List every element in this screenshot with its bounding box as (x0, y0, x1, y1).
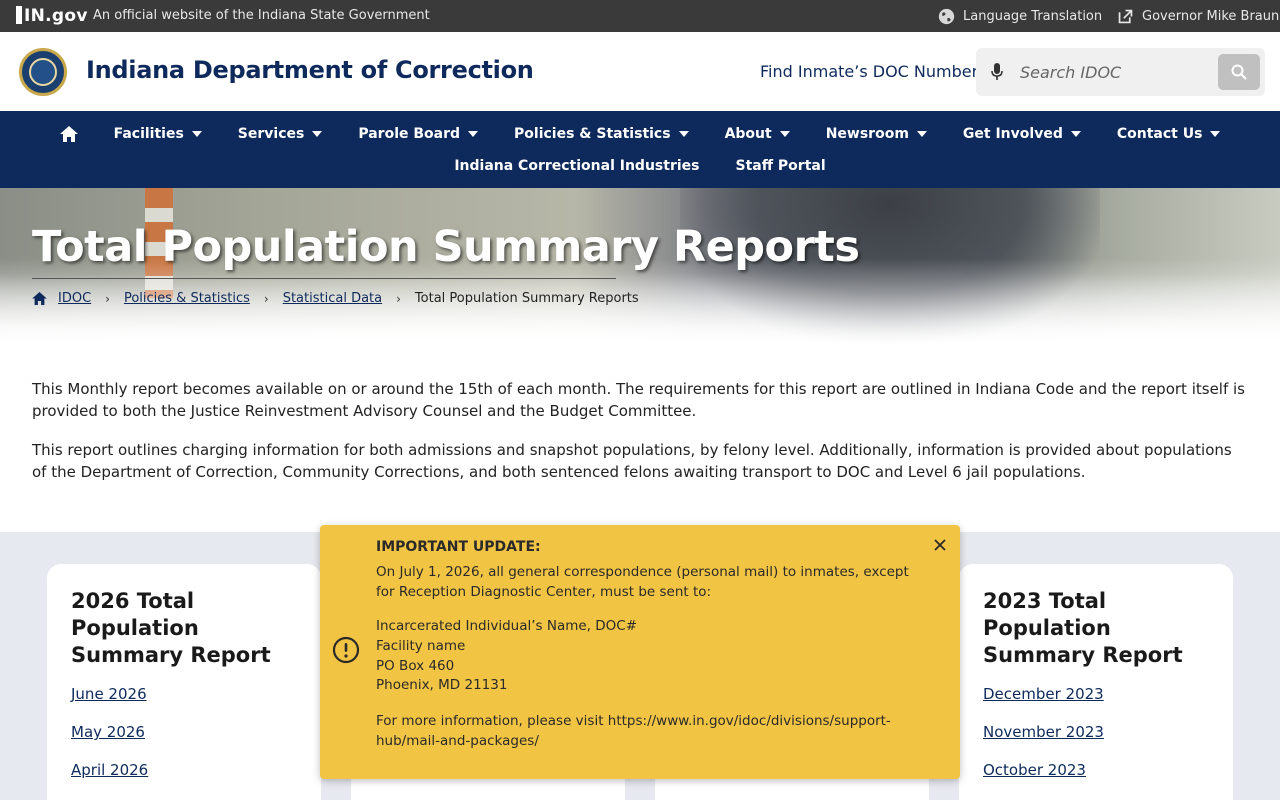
nav-label: Newsroom (825, 126, 909, 142)
home-icon[interactable] (32, 292, 47, 305)
report-link-june-2026[interactable]: June 2026 (71, 685, 147, 703)
intro-text: This Monthly report becomes available on… (32, 378, 1248, 500)
nav-row-secondary: Indiana Correctional Industries Staff Po… (0, 155, 1280, 177)
alert-more-info: For more information, please visit https… (376, 713, 891, 749)
report-link-december-2023[interactable]: December 2023 (983, 685, 1104, 703)
search-box (976, 48, 1265, 96)
nav-newsroom[interactable]: Newsroom (808, 123, 945, 145)
intro-paragraph-1: This Monthly report becomes available on… (32, 380, 1245, 420)
report-link-november-2023[interactable]: November 2023 (983, 723, 1104, 741)
report-link-october-2023[interactable]: October 2023 (983, 761, 1086, 779)
title-divider (32, 278, 616, 279)
chevron-right-icon: › (263, 291, 269, 306)
report-link-april-2026[interactable]: April 2026 (71, 761, 148, 779)
exclamation-circle-icon (332, 636, 360, 664)
nav-label: Contact Us (1116, 126, 1203, 142)
caret-down-icon (468, 131, 479, 137)
alert-body: On July 1, 2026, all general corresponde… (376, 564, 909, 600)
ingov-mark-icon (16, 6, 22, 24)
globe-icon (938, 8, 955, 25)
state-seal-logo[interactable] (19, 48, 67, 96)
governor-label: Governor Mike Braun (1142, 9, 1280, 24)
seal-inner (29, 58, 57, 86)
nav-label: Facilities (113, 126, 184, 142)
nav-home[interactable] (42, 123, 96, 145)
important-update-alert: IMPORTANT UPDATE: On July 1, 2026, all g… (320, 525, 960, 779)
nav-label: About (724, 126, 772, 142)
chevron-right-icon: › (105, 291, 110, 306)
alert-address: Incarcerated Individual’s Name, DOC# Fac… (376, 617, 637, 696)
breadcrumb-current: Total Population Summary Reports (414, 291, 639, 306)
nav-label: Parole Board (358, 126, 461, 142)
caret-down-icon (312, 131, 323, 137)
breadcrumb-statistical-data[interactable]: Statistical Data (283, 291, 382, 306)
nav-policies-statistics[interactable]: Policies & Statistics (496, 123, 707, 145)
alert-title: IMPORTANT UPDATE: (376, 539, 541, 555)
nav-staff-portal[interactable]: Staff Portal (717, 155, 843, 177)
hero-banner: Total Population Summary Reports IDOC › … (0, 188, 1280, 344)
agency-title[interactable]: Indiana Department of Correction (86, 56, 534, 84)
breadcrumb: IDOC › Policies & Statistics › Statistic… (32, 291, 639, 306)
microphone-icon[interactable] (991, 63, 1003, 81)
home-icon (59, 126, 78, 142)
utility-bar: IN.gov An official website of the Indian… (0, 0, 1280, 32)
nav-services[interactable]: Services (220, 123, 341, 145)
main-nav: Facilities Services Parole Board Policie… (0, 111, 1280, 188)
search-button[interactable] (1218, 54, 1260, 90)
official-site-text: An official website of the Indiana State… (93, 8, 430, 23)
caret-down-icon (1070, 131, 1081, 137)
search-input[interactable] (1012, 56, 1202, 88)
nav-correctional-industries[interactable]: Indiana Correctional Industries (436, 155, 717, 177)
report-card-title: 2026 Total Population Summary Report (71, 589, 271, 667)
nav-facilities[interactable]: Facilities (96, 123, 220, 145)
search-icon (1231, 64, 1247, 80)
report-card-2023: 2023 Total Population Summary Report Dec… (959, 564, 1233, 800)
nav-label: Policies & Statistics (514, 126, 671, 142)
caret-down-icon (1210, 131, 1221, 137)
nav-parole-board[interactable]: Parole Board (340, 123, 496, 145)
address-line: PO Box 460 (376, 657, 455, 674)
external-link-icon (1118, 9, 1133, 24)
nav-label: Services (237, 126, 305, 142)
chevron-right-icon: › (396, 291, 401, 306)
report-link-may-2026[interactable]: May 2026 (71, 723, 145, 741)
governor-link[interactable]: Governor Mike Braun (1117, 8, 1279, 25)
page-title: Total Population Summary Reports (32, 222, 860, 272)
site-header: Indiana Department of Correction Find In… (0, 32, 1280, 111)
nav-label: Get Involved (962, 126, 1063, 142)
nav-row-primary: Facilities Services Parole Board Policie… (0, 123, 1280, 145)
nav-get-involved[interactable]: Get Involved (945, 123, 1099, 145)
intro-paragraph-2: This report outlines charging informatio… (32, 441, 1232, 481)
nav-about[interactable]: About (707, 123, 808, 145)
caret-down-icon (916, 131, 927, 137)
report-card-title: 2023 Total Population Summary Report (983, 589, 1183, 667)
address-line: Phoenix, MD 21131 (376, 677, 508, 694)
find-doc-number-link[interactable]: Find Inmate’s DOC Number (760, 62, 978, 81)
language-translation-label: Language Translation (963, 9, 1103, 24)
address-line: Facility name (376, 637, 466, 654)
caret-down-icon (678, 131, 689, 137)
report-card-2026: 2026 Total Population Summary Report Jun… (47, 564, 321, 800)
breadcrumb-policies-statistics[interactable]: Policies & Statistics (124, 291, 250, 306)
caret-down-icon (779, 131, 790, 137)
ingov-logo[interactable]: IN.gov (16, 6, 88, 26)
nav-contact-us[interactable]: Contact Us (1099, 123, 1239, 145)
close-icon[interactable] (932, 537, 948, 553)
address-line: Incarcerated Individual’s Name, DOC# (376, 618, 638, 634)
language-translation-link[interactable]: Language Translation (938, 8, 1102, 25)
caret-down-icon (191, 131, 202, 137)
breadcrumb-idoc[interactable]: IDOC (58, 291, 91, 306)
